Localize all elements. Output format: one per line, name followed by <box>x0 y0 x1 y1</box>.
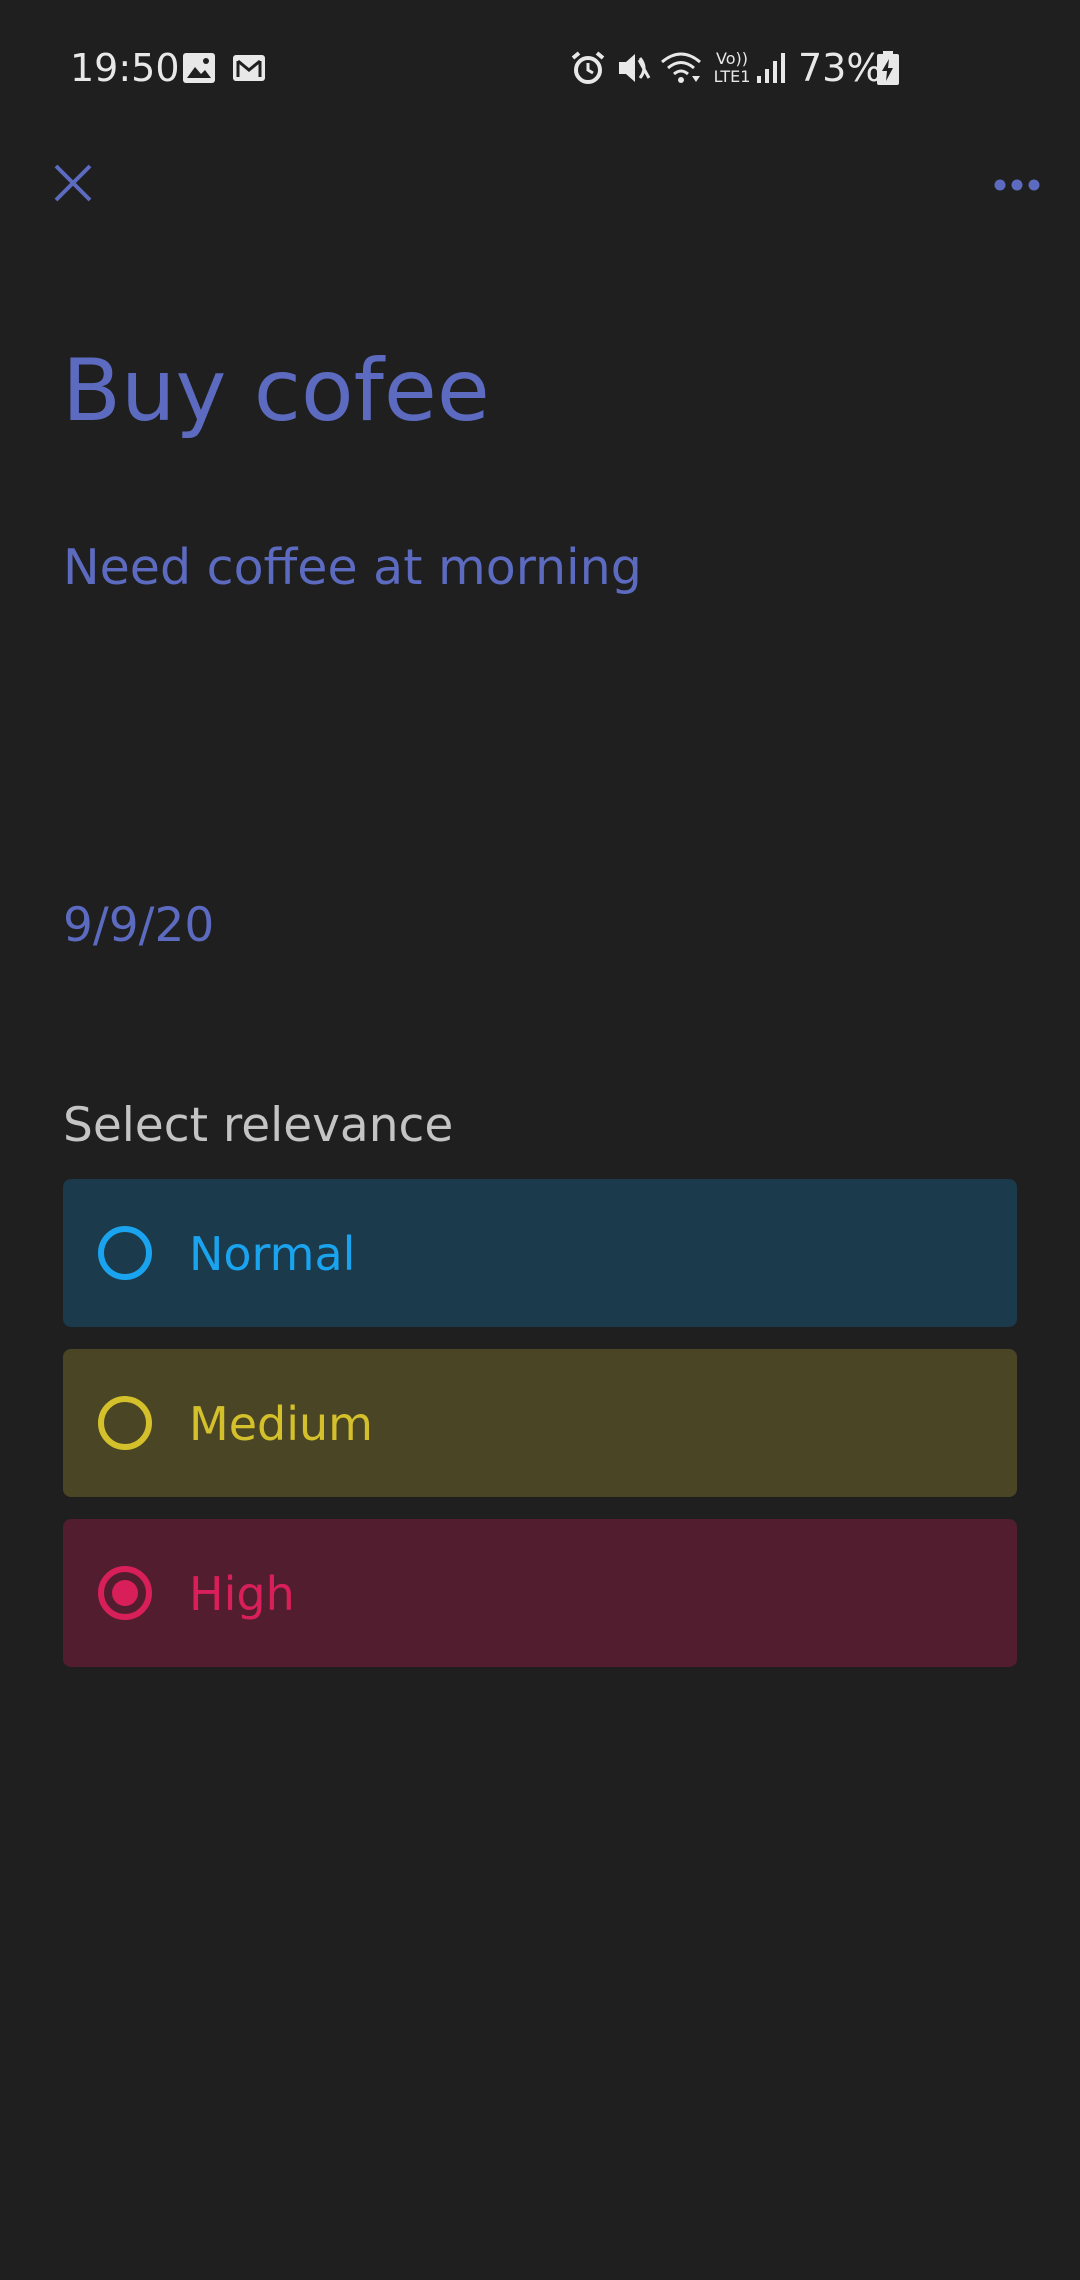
task-title[interactable]: Buy cofee <box>62 336 490 446</box>
radio-dot <box>112 1580 138 1606</box>
more-options-button[interactable] <box>980 162 1054 208</box>
close-button[interactable] <box>40 150 106 216</box>
relevance-option-label: Medium <box>189 1397 373 1451</box>
alarm-icon <box>571 51 605 84</box>
close-icon <box>54 164 92 202</box>
relevance-option-label: High <box>189 1567 295 1621</box>
task-date[interactable]: 9/9/20 <box>63 896 214 956</box>
relevance-option-normal[interactable]: Normal <box>63 1179 1017 1327</box>
image-icon <box>183 53 215 83</box>
volte-label-bottom: LTE1 <box>713 67 751 86</box>
radio-unchecked-icon[interactable] <box>98 1396 152 1450</box>
task-description[interactable]: Need coffee at morning <box>63 536 642 600</box>
relevance-label: Select relevance <box>63 1098 454 1153</box>
relevance-option-medium[interactable]: Medium <box>63 1349 1017 1497</box>
gmail-icon <box>233 55 265 81</box>
radio-unchecked-icon[interactable] <box>98 1226 152 1280</box>
battery-charging-icon <box>877 51 899 85</box>
more-horizontal-icon <box>994 179 1040 191</box>
relevance-option-label: Normal <box>189 1227 356 1281</box>
volte-icon: Vo)) LTE1 <box>710 50 754 86</box>
relevance-option-high[interactable]: High <box>63 1519 1017 1667</box>
status-time: 19:50 <box>70 46 180 90</box>
signal-icon <box>757 53 785 83</box>
task-detail-screen: 19:50 Vo)) LTE1 73% Buy cofee Need coffe… <box>0 0 1080 2280</box>
radio-checked-icon[interactable] <box>98 1566 152 1620</box>
wifi-icon <box>661 52 701 83</box>
battery-percent: 73% <box>798 46 883 90</box>
volte-label-top: Vo)) <box>716 49 748 68</box>
status-bar: 19:50 Vo)) LTE1 73% <box>0 0 1080 136</box>
mute-icon <box>619 54 651 82</box>
